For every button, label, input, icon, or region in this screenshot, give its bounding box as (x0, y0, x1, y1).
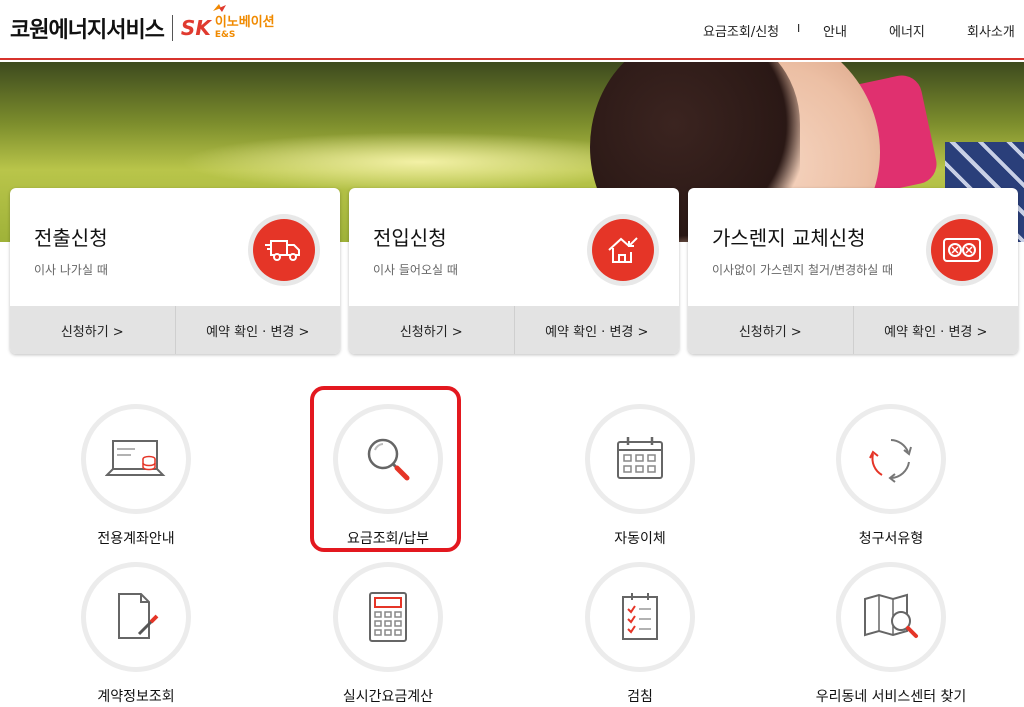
map-magnifier-icon (836, 562, 946, 672)
card-desc: 이사 나가실 때 (34, 263, 108, 277)
reservation-check-button[interactable]: 예약 확인 · 변경 > (174, 306, 341, 354)
gas-range-card: 가스렌지 교체신청 이사없이 가스렌지 철거/변경하실 때 신청하기 > 예약 … (688, 188, 1018, 354)
move-in-card: 전입신청 이사 들어오실 때 신청하기 > 예약 확인 · 변경 > (349, 188, 679, 354)
move-out-card: 전출신청 이사 나가실 때 신청하기 > 예약 확인 · 변경 > (10, 188, 340, 354)
service-auto-transfer[interactable]: 자동이체 (540, 404, 740, 548)
sk-logo-text: SK (180, 16, 211, 40)
logo-divider (171, 15, 173, 41)
apply-button[interactable]: 신청하기 > (349, 306, 514, 354)
nav-separator: I (797, 22, 801, 35)
card-desc: 이사없이 가스렌지 철거/변경하실 때 (712, 263, 894, 277)
sk-logo-sub-line2: E&S (214, 30, 236, 40)
service-label: 우리동네 서비스센터 찾기 (815, 689, 967, 705)
card-title: 전출신청 (34, 226, 108, 250)
nav-item-energy[interactable]: 에너지 (889, 21, 925, 40)
service-meter-reading[interactable]: 검침 (540, 562, 740, 706)
sk-logo-sub: 이노베이션 E&S (215, 16, 275, 40)
checklist-icon (585, 562, 695, 672)
logo-text: 코원에너지서비스 (10, 18, 165, 43)
site-header: 코원에너지서비스 SK 이노베이션 E&S 요금조회/신청 I 안내 에너지 회… (0, 0, 1024, 60)
nav-item-guide[interactable]: 안내 (823, 21, 847, 40)
highlight-box (310, 386, 461, 552)
reservation-check-button[interactable]: 예약 확인 · 변경 > (513, 306, 680, 354)
service-bill-type[interactable]: 청구서유형 (791, 404, 991, 548)
nav-item-billing[interactable]: 요금조회/신청 (703, 21, 779, 40)
calculator-icon (333, 562, 443, 672)
moving-truck-icon (248, 214, 320, 286)
nav-item-company[interactable]: 회사소개 (967, 21, 1015, 40)
service-label: 자동이체 (614, 531, 666, 547)
document-pen-icon (81, 562, 191, 672)
service-center-finder[interactable]: 우리동네 서비스센터 찾기 (791, 562, 991, 706)
service-label: 전용계좌안내 (97, 531, 175, 547)
service-label: 청구서유형 (858, 531, 924, 547)
card-desc: 이사 들어오실 때 (373, 263, 458, 277)
sk-butterfly-icon (213, 4, 226, 12)
card-actions: 신청하기 > 예약 확인 · 변경 > (10, 306, 340, 354)
gas-range-icon (926, 214, 998, 286)
site-logo[interactable]: 코원에너지서비스 SK 이노베이션 E&S (10, 12, 275, 44)
laptop-coins-icon (81, 404, 191, 514)
calendar-icon (585, 404, 695, 514)
service-label: 계약정보조회 (97, 689, 175, 705)
card-title: 가스렌지 교체신청 (712, 226, 866, 250)
card-title: 전입신청 (373, 226, 447, 250)
reservation-check-button[interactable]: 예약 확인 · 변경 > (852, 306, 1019, 354)
sk-logo-sub-line1: 이노베이션 (214, 15, 275, 30)
apply-button[interactable]: 신청하기 > (688, 306, 853, 354)
service-dedicated-account[interactable]: 전용계좌안내 (36, 404, 236, 548)
service-contract-info[interactable]: 계약정보조회 (36, 562, 236, 706)
house-arrow-icon (587, 214, 659, 286)
service-label: 실시간요금계산 (342, 689, 434, 705)
card-actions: 신청하기 > 예약 확인 · 변경 > (349, 306, 679, 354)
service-label: 검침 (627, 689, 653, 705)
apply-button[interactable]: 신청하기 > (10, 306, 175, 354)
cycle-arrows-icon (836, 404, 946, 514)
service-realtime-calc[interactable]: 실시간요금계산 (288, 562, 488, 706)
card-actions: 신청하기 > 예약 확인 · 변경 > (688, 306, 1018, 354)
